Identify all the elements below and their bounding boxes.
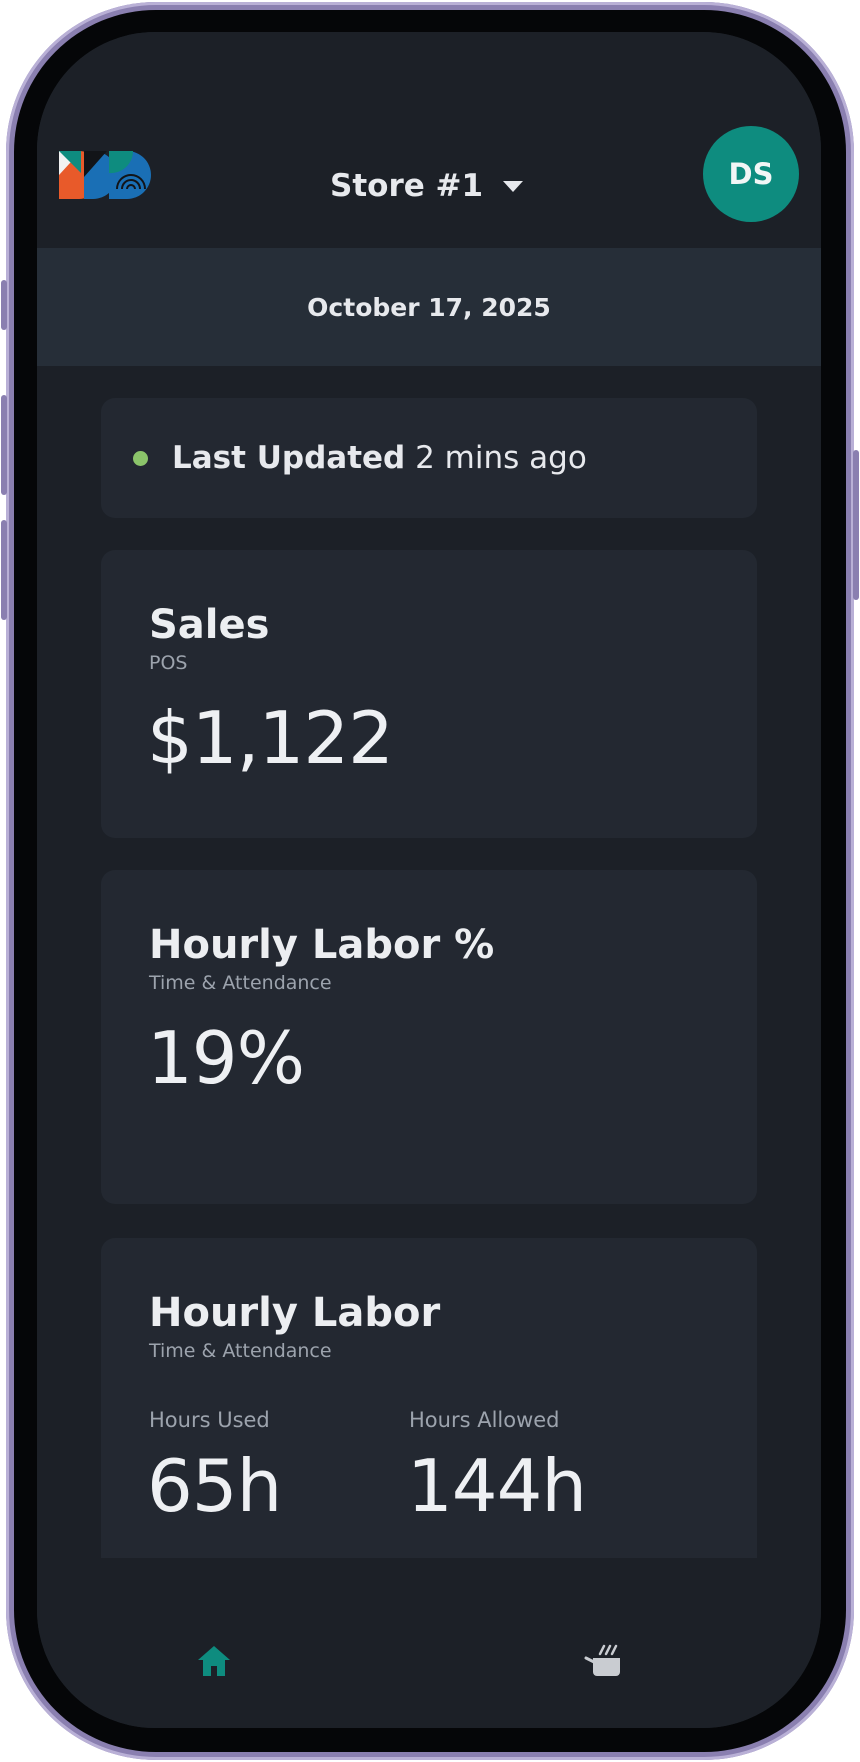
caret-down-icon (503, 180, 524, 192)
last-updated-label: Last Updated (172, 440, 406, 476)
side-button (1, 520, 7, 620)
home-icon (196, 1644, 232, 1682)
avatar-initials: DS (728, 157, 774, 191)
card-source: POS (149, 652, 188, 674)
store-selector[interactable]: Store #1 (330, 164, 530, 208)
sales-value: $1,122 (147, 696, 394, 780)
hourly-labor-card[interactable]: Hourly Labor Time & Attendance Hours Use… (101, 1238, 757, 1578)
app-logo (57, 149, 155, 205)
card-title: Sales (149, 602, 270, 648)
nav-kitchen[interactable] (579, 1638, 629, 1688)
side-button (1, 395, 7, 495)
side-button (1, 280, 7, 330)
card-title: Hourly Labor (149, 1290, 441, 1336)
side-button (853, 450, 859, 600)
hours-allowed-value: 144h (407, 1444, 587, 1528)
hours-allowed-label: Hours Allowed (409, 1408, 560, 1432)
cooking-pot-icon (584, 1644, 624, 1682)
user-avatar[interactable]: DS (703, 126, 799, 222)
hourly-labor-percent-card[interactable]: Hourly Labor % Time & Attendance 19% (101, 870, 757, 1204)
last-updated-card: Last Updated 2 mins ago (101, 398, 757, 518)
sales-card[interactable]: Sales POS $1,122 (101, 550, 757, 838)
card-title: Hourly Labor % (149, 922, 495, 968)
app-header: Store #1 DS (37, 32, 821, 248)
app-screen: Store #1 DS October 17, 2025 Last Update… (37, 32, 821, 1728)
hours-used-label: Hours Used (149, 1408, 270, 1432)
labor-percent-value: 19% (147, 1016, 305, 1100)
last-updated-text: Last Updated 2 mins ago (172, 440, 587, 476)
last-updated-time: 2 mins ago (415, 440, 587, 476)
card-source: Time & Attendance (149, 972, 332, 994)
store-selector-label: Store #1 (330, 168, 484, 204)
hours-used-value: 65h (147, 1444, 282, 1528)
current-date: October 17, 2025 (307, 292, 551, 322)
card-source: Time & Attendance (149, 1340, 332, 1362)
nav-home[interactable] (189, 1638, 239, 1688)
status-dot-icon (133, 450, 148, 466)
bottom-nav (37, 1558, 821, 1728)
date-bar: October 17, 2025 (37, 248, 821, 366)
